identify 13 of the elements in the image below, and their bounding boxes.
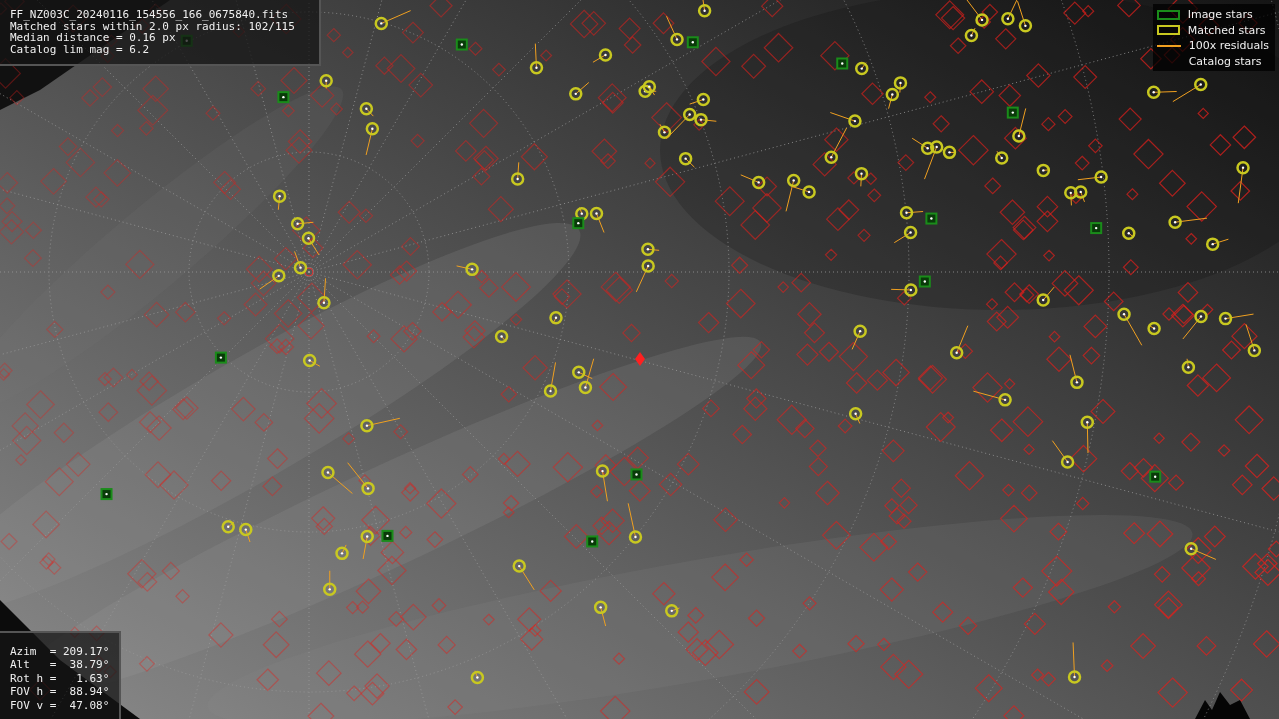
info-line: Catalog lim mag = 6.2 xyxy=(10,43,151,55)
legend-label: Image stars xyxy=(1187,8,1253,22)
info-line: FF_NZ003C_20240116_154556_166_0675840.fits xyxy=(10,9,290,21)
legend-label: Matched stars xyxy=(1187,23,1266,37)
pointing-line: Alt = 38.79° xyxy=(10,658,110,672)
legend-label: Catalog stars xyxy=(1188,55,1262,69)
pointing-line: Azim = 209.17° xyxy=(10,644,110,658)
pointing-line: FOV v = 47.08° xyxy=(10,698,110,712)
pointing-line: Rot h = 1.63° xyxy=(10,671,110,685)
info-line: Matched stars within 2.0 px radius: 102/115 xyxy=(10,20,296,32)
pointing-line: FOV h = 88.94° xyxy=(10,685,110,699)
info-line: Median distance = 0.16 px xyxy=(10,32,176,44)
legend-label: 100x residuals xyxy=(1188,39,1269,53)
